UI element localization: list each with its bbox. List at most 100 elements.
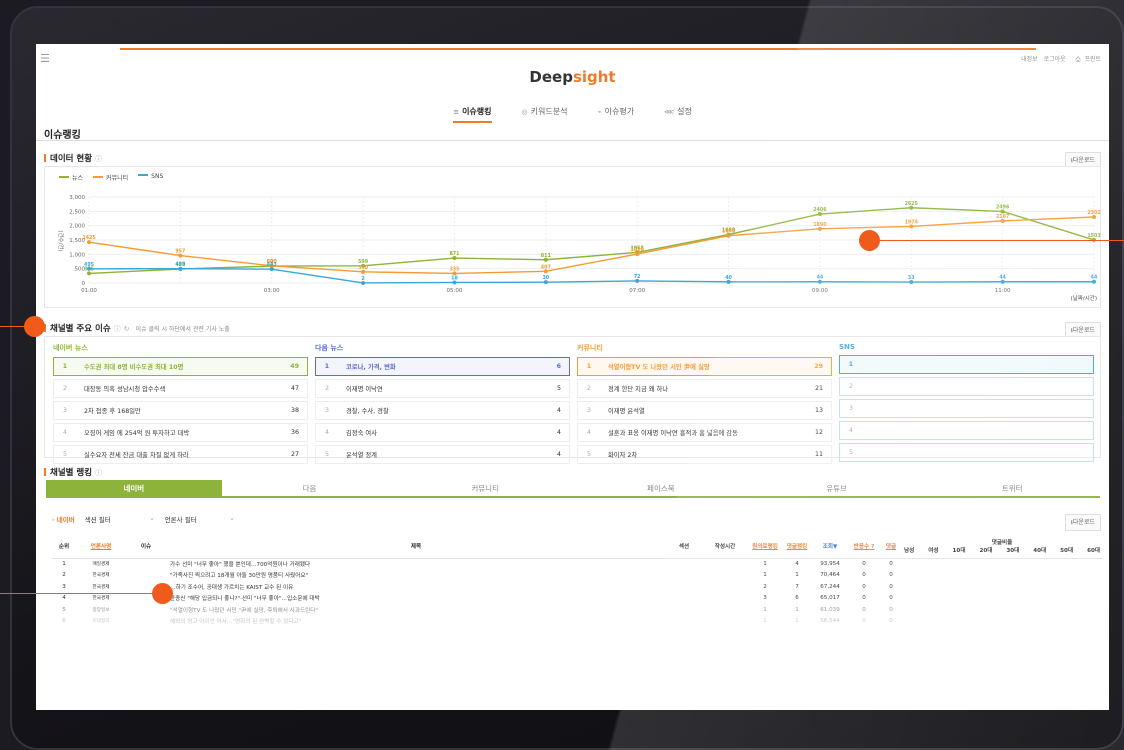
issue-title: 화이자 2차 (608, 452, 638, 459)
ratio-col: 40대 (1033, 547, 1047, 554)
cell-cm: 0 (889, 618, 893, 625)
data-label: 33 (908, 275, 915, 281)
issue-item[interactable]: 5 화이자 2차 11 (577, 445, 832, 464)
line-chart: 05001,0001,5002,0002,5003,00001:00 03:00 0… (57, 195, 1101, 302)
x-tick-label: 09:00 (812, 288, 828, 294)
issue-item[interactable]: 2 (839, 377, 1094, 396)
issue-item[interactable]: 1 코로나, 가격, 변화 6 (315, 357, 570, 376)
cell-ratio (902, 570, 1102, 582)
top-accent-line (120, 48, 1036, 50)
info-icon[interactable]: ⓘ (95, 469, 102, 477)
col-press[interactable]: 언론사명 (76, 534, 126, 559)
tab-youtube[interactable]: 유튜브 (749, 480, 925, 496)
col-issue: 이슈 (126, 534, 166, 559)
cell-title[interactable]: 윤종신 "해당 입금되니 좋니?"·선미 "너무 좋아"…입소문에 대박 (166, 593, 666, 605)
issue-rank: 3 (62, 407, 67, 414)
menu-icon[interactable]: ☰ (40, 52, 50, 65)
section-filter[interactable]: ⌄ 섹션 필터 (85, 514, 155, 524)
tab-twitter[interactable]: 트위터 (924, 480, 1100, 496)
issue-title: 석열이형TV 도 나왔던 서민 尹에 실망 (608, 364, 710, 371)
issue-count: 47 (290, 385, 299, 392)
issue-count: 13 (814, 407, 823, 414)
tab-community[interactable]: 커뮤니티 (397, 480, 573, 496)
issue-item[interactable]: 4 김정숙 여사 4 (315, 423, 570, 442)
issue-column-title: SNS (839, 343, 855, 351)
issue-item[interactable]: 3 2차 접종 후 168일만 38 (53, 401, 308, 420)
cell-press: 이데일리 (92, 619, 110, 625)
cell-empty (666, 581, 702, 593)
issue-item[interactable]: 4 설훈과 표옹 이재명 이낙연 흥적과 홈 넓음에 감동 12 (577, 423, 832, 442)
issue-item[interactable]: 1 수도권 최대 8명 비수도권 최대 10명 49 (53, 357, 308, 376)
press-filter[interactable]: ⌄ 언론사 필터 (165, 514, 235, 524)
cell-empty (666, 570, 702, 582)
issue-rank: 4 (324, 429, 329, 436)
issue-item[interactable]: 5 윤석열 정계 4 (315, 445, 570, 464)
ratio-col: 50대 (1060, 547, 1074, 554)
issue-item[interactable]: 3 이재명 윤석열 13 (577, 401, 832, 420)
ratio-col: 30대 (1006, 547, 1020, 554)
cell-title[interactable]: 가수 선미 "너무 좋아" 했을 뿐인데…700억원이나 거래됐다 (166, 558, 666, 570)
col-rank[interactable]: 순위 (52, 534, 76, 559)
app-logo[interactable]: Deepsight (36, 68, 1109, 86)
issue-item[interactable]: 4 오징어 게임 에 254억 원 투자하고 대박 36 (53, 423, 308, 442)
issue-item[interactable]: 5 실수요자 전세 잔금 대출 차질 없게 하라 27 (53, 445, 308, 464)
cell-r1: 1 (763, 606, 767, 613)
info-icon[interactable]: ⓘ (95, 155, 102, 163)
tab-daum[interactable]: 다음 (222, 480, 398, 496)
table-row[interactable]: 1 매일경제 가수 선미 "너무 좋아" 했을 뿐인데…700억원이나 거래됐다 1 4… (52, 558, 1102, 570)
my-info-link[interactable]: 내정보 (1021, 56, 1038, 63)
callout-line (870, 240, 1124, 241)
cell-title[interactable]: …하기 조수어, 공대생 가르치는 KAIST 교수 된 이유 (166, 581, 666, 593)
cell-rank: 6 (62, 618, 66, 625)
tab-issue-ranking[interactable]: ≡ 이슈랭킹 (453, 106, 492, 123)
col-comments[interactable]: 댓글 (880, 534, 902, 559)
tab-naver[interactable]: 네이버 (46, 480, 222, 496)
issue-item[interactable]: 3 (839, 399, 1094, 418)
table-row[interactable]: 4 한국경제 윤종신 "해당 입금되니 좋니?"·선미 "너무 좋아"…입소문에 대… (52, 593, 1102, 605)
issue-item[interactable]: 2 대장동 의혹 성남시청 압수수색 47 (53, 379, 308, 398)
issue-item[interactable]: 2 이재명 이낙연 5 (315, 379, 570, 398)
table-row[interactable]: 2 한국경제 "가족사진 찍으려고 18개월 아들 30만원 명품티 사줬어요" 1 1… (52, 570, 1102, 582)
table-row[interactable]: 5 중앙일보 "석열이형TV 도 나왔던 서민 "尹에 실망, 후퇴해서 사과드린다… (52, 604, 1102, 616)
table-row[interactable]: 6 이데일리 해외의 쌍고 아이언 어서…"영화의 된 완벽할 수 있다고" 1 1 56… (52, 616, 1102, 628)
issue-item[interactable]: 1 석열이형TV 도 나왔던 서민 尹에 실망 29 (577, 357, 832, 376)
cell-title[interactable]: "석열이형TV 도 나왔던 서민 "尹에 실망, 후퇴해서 사과드린다" (166, 604, 666, 616)
col-title: 제목 (166, 534, 666, 559)
col-views[interactable]: 조회▼ (812, 534, 848, 559)
page-title: 이슈랭킹 (44, 130, 81, 141)
issue-title: 대장동 의혹 성남시청 압수수색 (84, 386, 166, 393)
tab-settings[interactable]: ⋘ 설정 (664, 106, 692, 123)
issue-rank: 2 (324, 385, 329, 392)
help-icon[interactable]: ? (871, 544, 874, 550)
col-reactions[interactable]: 반응수 ? (848, 534, 880, 559)
data-label: 44 (999, 275, 1006, 281)
issue-item[interactable]: 4 (839, 421, 1094, 440)
table-row[interactable]: 3 한국경제 …하기 조수어, 공대생 가르치는 KAIST 교수 된 이유 2 7 67… (52, 581, 1102, 593)
issue-count: 21 (814, 385, 823, 392)
info-icon[interactable]: ⓘ (114, 325, 121, 333)
issue-count: 29 (814, 363, 823, 370)
tab-issue-evaluation[interactable]: ⌁ 이슈평가 (597, 106, 634, 123)
issue-item[interactable]: 3 경찰, 수사, 경찰 4 (315, 401, 570, 420)
issue-rank: 4 (848, 427, 853, 434)
tab-facebook[interactable]: 페이스북 (573, 480, 749, 496)
issue-count: 6 (556, 363, 561, 370)
cell-empty (702, 616, 748, 628)
issue-item[interactable]: 5 (839, 443, 1094, 462)
issue-item[interactable]: 1 (839, 355, 1094, 374)
print-link[interactable]: ⎙ 프린트 (1072, 56, 1101, 63)
logout-link[interactable]: 로그아웃 (1044, 56, 1066, 63)
cell-r1: 1 (763, 572, 767, 579)
cell-title[interactable]: 해외의 쌍고 아이언 어서…"영화의 된 완벽할 수 있다고" (166, 616, 666, 628)
issue-item[interactable]: 2 정계 한단 지금 왜 하나 21 (577, 379, 832, 398)
main-nav: ≡ 이슈랭킹 ◎ 키워드분석 ⌁ 이슈평가 ⋘ 설정 (36, 106, 1109, 123)
download-button-3[interactable]: ⭳다운로드 (1064, 514, 1101, 531)
col-naver-rank[interactable]: 원의료랭킹 (748, 534, 782, 559)
col-comment-rank[interactable]: 댓글랭킹 (782, 534, 812, 559)
tab-keyword-analysis[interactable]: ◎ 키워드분석 (522, 106, 568, 123)
cell-r2: 7 (795, 583, 799, 590)
issue-rank: 3 (848, 405, 853, 412)
cell-title[interactable]: "가족사진 찍으려고 18개월 아들 30만원 명품티 사줬어요" (166, 570, 666, 582)
refresh-icon[interactable]: ↻ (124, 325, 130, 333)
issue-title: 이재명 이낙연 (346, 386, 383, 393)
